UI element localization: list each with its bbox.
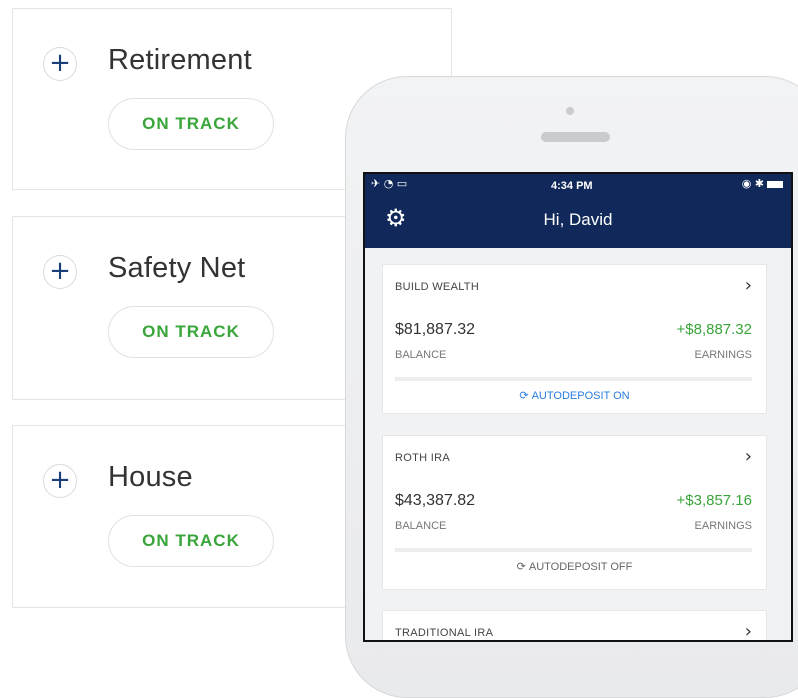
account-card-roth-ira[interactable]: ROTH IRA › $43,387.82 +$3,857.16 BALANCE… bbox=[382, 435, 767, 590]
chevron-right-icon[interactable]: › bbox=[745, 275, 752, 296]
expand-plus-icon[interactable]: + bbox=[43, 255, 77, 289]
status-badge: ON TRACK bbox=[108, 306, 274, 358]
expand-plus-icon[interactable]: + bbox=[43, 464, 77, 498]
phone-camera-icon bbox=[566, 107, 574, 115]
autodeposit-label: AUTODEPOSIT ON bbox=[531, 390, 630, 402]
autodeposit-label: AUTODEPOSIT OFF bbox=[528, 561, 633, 573]
status-time: 4:34 PM bbox=[551, 180, 593, 192]
expand-plus-icon[interactable]: + bbox=[43, 47, 77, 81]
earnings-label: EARNINGS bbox=[694, 349, 752, 361]
balance-label: BALANCE bbox=[395, 349, 447, 361]
earnings-label: EARNINGS bbox=[694, 520, 752, 532]
refresh-icon: ⟳ bbox=[519, 389, 529, 402]
account-name: ROTH IRA bbox=[395, 452, 450, 464]
autodeposit-toggle[interactable]: ⟳ AUTODEPOSIT OFF bbox=[383, 560, 766, 573]
balance-label: BALANCE bbox=[395, 520, 447, 532]
account-earnings: +$8,887.32 bbox=[676, 321, 753, 338]
autodeposit-toggle[interactable]: ⟳ AUTODEPOSIT ON bbox=[383, 389, 766, 402]
account-card-traditional-ira[interactable]: TRADITIONAL IRA › bbox=[382, 610, 767, 640]
greeting-title: Hi, David bbox=[543, 210, 613, 229]
signal-wifi-icon: ✈ ◔ ▭ bbox=[371, 177, 408, 190]
chevron-right-icon[interactable]: › bbox=[745, 621, 752, 640]
progress-track bbox=[395, 548, 752, 552]
account-balance: $81,887.32 bbox=[395, 321, 476, 338]
goal-title: Retirement bbox=[108, 44, 252, 76]
account-earnings: +$3,857.16 bbox=[676, 492, 753, 509]
phone-screen: ✈ ◔ ▭ 4:34 PM ◉ ✱ ⚙ Hi, David BUILD WEAL… bbox=[363, 172, 793, 642]
progress-track bbox=[395, 377, 752, 381]
phone-speaker-icon bbox=[541, 132, 610, 142]
goal-title: Safety Net bbox=[108, 252, 246, 284]
status-badge: ON TRACK bbox=[108, 515, 274, 567]
refresh-icon: ⟳ bbox=[516, 560, 526, 573]
account-card-build-wealth[interactable]: BUILD WEALTH › $81,887.32 +$8,887.32 BAL… bbox=[382, 264, 767, 414]
account-name: TRADITIONAL IRA bbox=[395, 627, 494, 639]
battery-icon: ◉ ✱ bbox=[742, 177, 783, 190]
goal-title: House bbox=[108, 461, 193, 493]
app-header: ✈ ◔ ▭ 4:34 PM ◉ ✱ ⚙ Hi, David bbox=[365, 174, 791, 248]
account-balance: $43,387.82 bbox=[395, 492, 476, 509]
account-name: BUILD WEALTH bbox=[395, 281, 480, 293]
chevron-right-icon[interactable]: › bbox=[745, 446, 752, 467]
status-badge: ON TRACK bbox=[108, 98, 274, 150]
